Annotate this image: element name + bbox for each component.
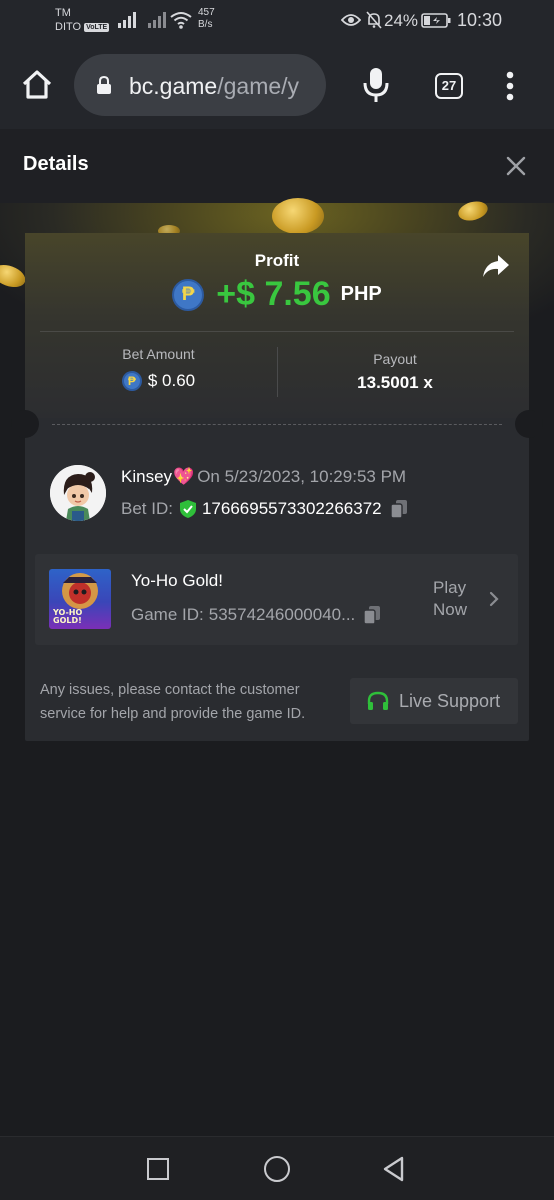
game-id-line: Game ID: 53574246000040...	[131, 605, 381, 625]
play-now-button[interactable]: Play Now	[433, 577, 473, 621]
ticket-notch	[11, 410, 39, 438]
game-row[interactable]: YO-HO GOLD! Yo-Ho Gold! Game ID: 53574246…	[35, 554, 518, 645]
game-id-label: Game ID:	[131, 605, 204, 624]
browser-toolbar: bc.game/game/y 27	[0, 42, 554, 129]
result-summary: Profit ₱ +$ 7.56 PHP Bet Amount ₱ $ 0.60…	[25, 233, 529, 418]
game-thumbnail-text: YO-HO GOLD!	[53, 609, 82, 625]
avatar-image	[50, 465, 106, 521]
url-text: bc.game/game/y	[129, 73, 299, 100]
copy-icon[interactable]	[389, 499, 408, 519]
network-speed: 457 B/s	[198, 7, 215, 31]
lock-icon	[97, 76, 111, 94]
speed-value: 457	[198, 7, 215, 18]
game-title[interactable]: Yo-Ho Gold!	[131, 571, 223, 591]
avatar[interactable]	[50, 465, 106, 521]
bet-amount-value: $ 0.60	[147, 371, 196, 390]
close-icon[interactable]	[505, 155, 527, 177]
page-title: Details	[23, 153, 89, 175]
home-icon[interactable]	[20, 68, 54, 102]
volte-badge: VoLTE	[84, 22, 110, 32]
speed-unit: B/s	[198, 19, 213, 30]
chevron-right-icon[interactable]	[489, 591, 499, 607]
copy-icon[interactable]	[363, 605, 381, 625]
profit-value: +$ 7.56	[216, 275, 331, 313]
divider	[40, 331, 514, 332]
status-bar: TM DITO VoLTE 457 B/s 24% 10:30	[0, 0, 554, 42]
bet-date: On 5/23/2023, 10:29:53 PM	[197, 467, 407, 486]
verified-shield-icon	[179, 500, 196, 518]
bell-off-icon	[366, 11, 382, 29]
url-path: /game/y	[217, 73, 300, 99]
thumb-line-2: GOLD!	[53, 616, 82, 625]
tab-switcher-button[interactable]: 27	[435, 73, 463, 99]
carrier-bottom: DITO	[55, 21, 82, 33]
bet-id-line: Bet ID: 1766695573302266372	[121, 499, 408, 519]
user-name[interactable]: Kinsey	[121, 467, 172, 486]
bet-amount-row: ₱ $ 0.60	[25, 371, 292, 391]
details-header: Details	[0, 129, 554, 203]
battery-icon	[421, 13, 451, 28]
bet-id-label: Bet ID:	[121, 499, 173, 518]
bet-amount-label: Bet Amount	[122, 346, 195, 362]
profit-row: ₱ +$ 7.56 PHP	[25, 275, 529, 314]
wifi-icon	[170, 12, 192, 29]
recents-button[interactable]	[147, 1158, 169, 1180]
clock: 10:30	[457, 10, 503, 30]
carrier-top: TM	[55, 7, 71, 19]
share-icon[interactable]	[482, 253, 510, 279]
live-support-button[interactable]: Live Support	[350, 678, 518, 724]
bet-id-value: 1766695573302266372	[201, 499, 382, 518]
headset-icon	[367, 691, 389, 710]
profit-currency: PHP	[340, 283, 382, 305]
bet-details-card: Profit ₱ +$ 7.56 PHP Bet Amount ₱ $ 0.60…	[11, 233, 543, 741]
game-thumbnail[interactable]: YO-HO GOLD!	[49, 569, 111, 629]
back-icon[interactable]	[382, 1156, 406, 1182]
profit-label: Profit	[254, 251, 300, 270]
user-line: Kinsey💖 On 5/23/2023, 10:29:53 PM	[121, 467, 406, 487]
play-now-line-1: Play	[433, 578, 467, 597]
live-support-label: Live Support	[399, 690, 501, 711]
game-id-value: 53574246000040...	[208, 605, 356, 624]
payout-value: 13.5001 x	[357, 373, 433, 392]
play-now-line-2: Now	[433, 600, 468, 619]
peso-coin-icon: ₱	[172, 278, 205, 311]
url-host: bc.game	[129, 73, 218, 99]
ticket-notch	[515, 410, 543, 438]
address-bar[interactable]: bc.game/game/y	[74, 54, 326, 116]
support-message: Any issues, please contact the customer …	[40, 682, 306, 722]
eye-icon	[341, 14, 361, 26]
coin-decoration	[272, 198, 324, 234]
more-vert-icon[interactable]	[500, 70, 520, 102]
microphone-icon[interactable]	[360, 66, 392, 104]
battery-percent: 24%	[384, 11, 419, 30]
signal-icon	[118, 12, 136, 28]
system-nav-bar	[0, 1136, 554, 1200]
peso-coin-icon: ₱	[121, 371, 142, 391]
payout-label: Payout	[373, 351, 417, 367]
signal-icon-2	[148, 12, 166, 28]
home-button[interactable]	[264, 1156, 290, 1182]
heart-badge: 💖	[173, 467, 195, 486]
dashed-divider	[52, 424, 502, 425]
carrier-info: TM DITO VoLTE	[55, 6, 110, 34]
